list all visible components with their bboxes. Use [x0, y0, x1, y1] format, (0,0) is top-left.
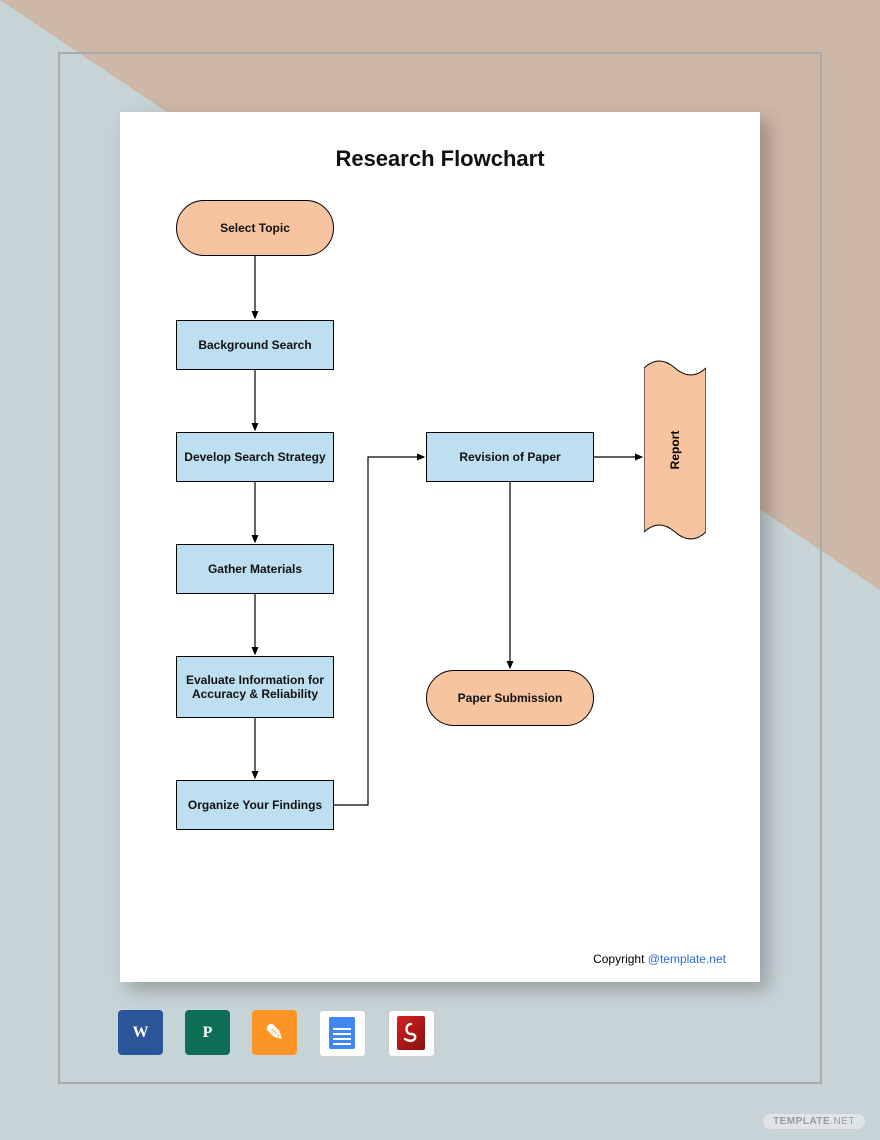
word-icon[interactable]: W [118, 1010, 163, 1055]
copyright-line: Copyright @template.net [593, 952, 726, 966]
watermark-brand: TEMPLATE [773, 1116, 830, 1127]
publisher-icon[interactable]: P [185, 1010, 230, 1055]
node-organize-findings: Organize Your Findings [176, 780, 334, 830]
document-page: Research Flowchart Select Topic Backgrou… [120, 112, 760, 982]
copyright-link[interactable]: @template.net [648, 952, 726, 966]
format-icons-row: W P ✎ [118, 1010, 435, 1057]
node-report: Report [644, 360, 706, 540]
watermark-tld: .NET [830, 1116, 855, 1127]
google-docs-icon[interactable] [319, 1010, 366, 1057]
copyright-prefix: Copyright [593, 952, 648, 966]
node-select-topic: Select Topic [176, 200, 334, 256]
node-gather-materials: Gather Materials [176, 544, 334, 594]
node-background-search: Background Search [176, 320, 334, 370]
page-title: Research Flowchart [120, 112, 760, 172]
pdf-icon[interactable] [388, 1010, 435, 1057]
node-paper-submission: Paper Submission [426, 670, 594, 726]
node-report-label: Report [668, 431, 682, 470]
node-evaluate-info: Evaluate Information for Accuracy & Reli… [176, 656, 334, 718]
watermark-badge: TEMPLATE.NET [762, 1113, 866, 1130]
stage: Research Flowchart Select Topic Backgrou… [0, 0, 880, 1140]
node-develop-strategy: Develop Search Strategy [176, 432, 334, 482]
flowchart-canvas: Select Topic Background Search Develop S… [148, 200, 732, 960]
node-revision-paper: Revision of Paper [426, 432, 594, 482]
pages-icon[interactable]: ✎ [252, 1010, 297, 1055]
